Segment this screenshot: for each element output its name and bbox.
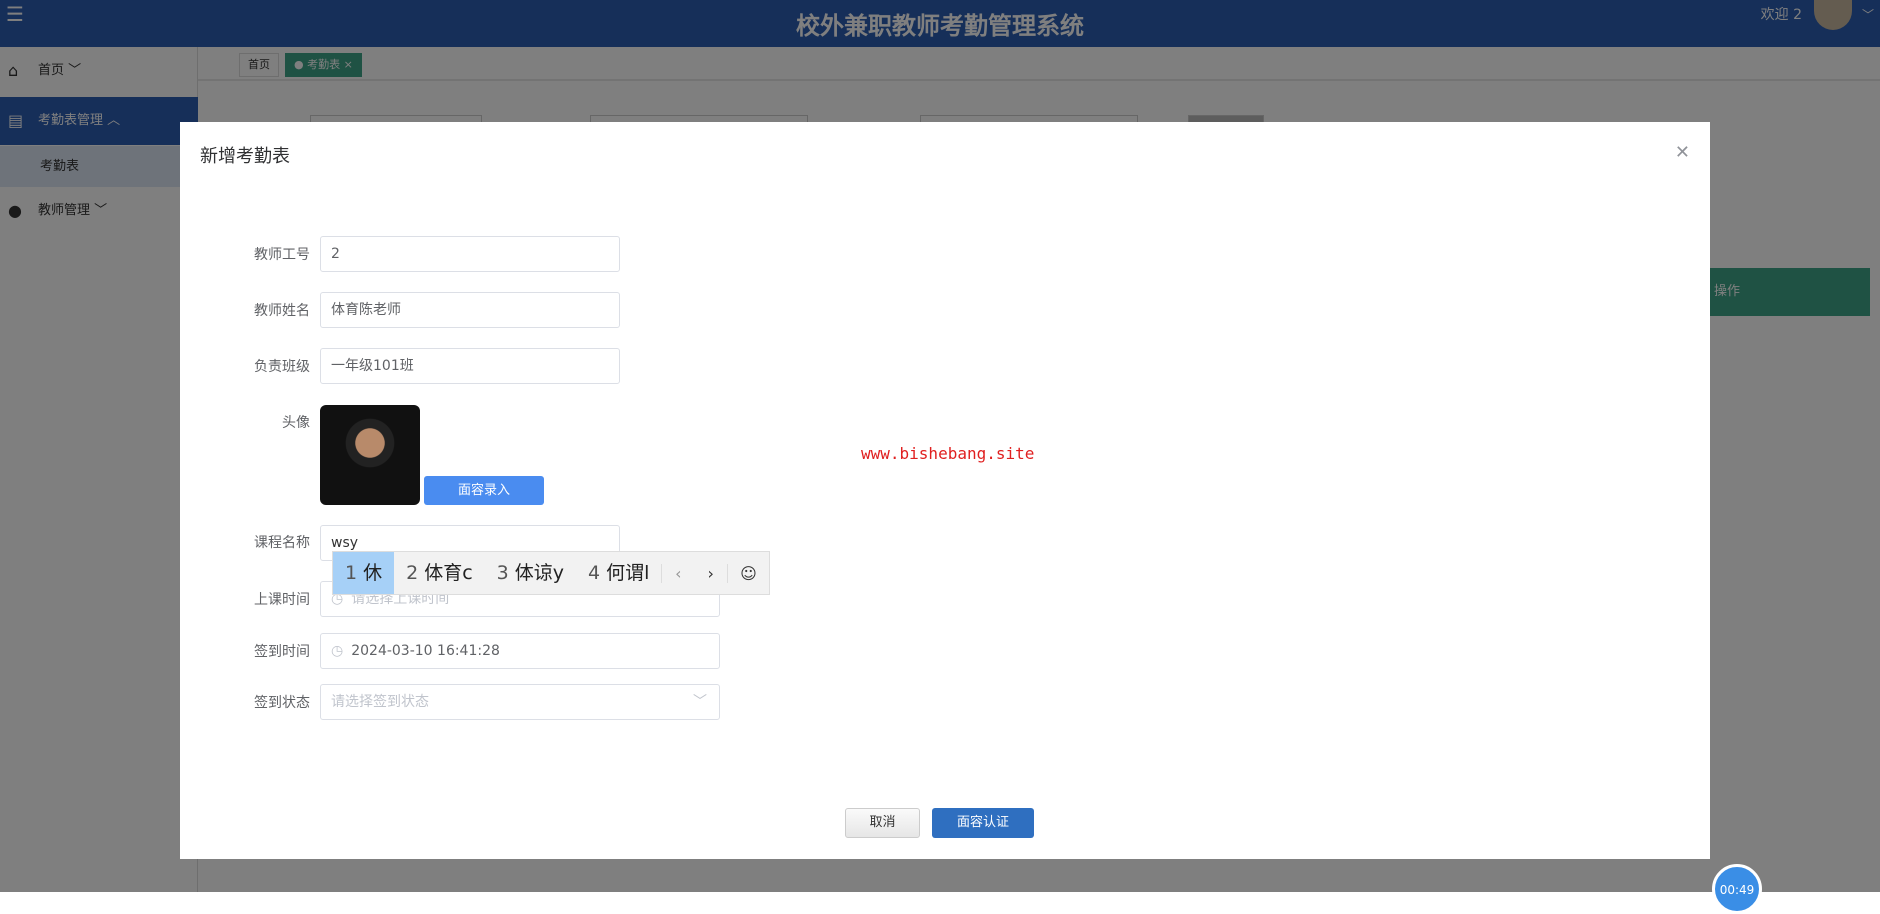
- chevron-down-icon: ﹀: [693, 694, 707, 710]
- face-verify-button[interactable]: 面容认证: [932, 808, 1034, 838]
- ime-candidate[interactable]: 1休: [333, 552, 395, 594]
- ime-candidate[interactable]: 3 体谅y: [485, 552, 576, 594]
- avatar-label: 头像: [282, 415, 310, 431]
- teacher-id-input[interactable]: 2: [320, 236, 620, 272]
- close-icon[interactable]: ✕: [1675, 142, 1690, 163]
- timer-badge[interactable]: 00:49: [1712, 864, 1762, 914]
- ime-candidate[interactable]: 4 何谓l: [576, 552, 661, 594]
- face-enroll-button[interactable]: 面容录入: [424, 476, 544, 505]
- watermark: www.bishebang.site: [861, 444, 1035, 463]
- teacher-id-label: 教师工号: [254, 247, 310, 263]
- class-input[interactable]: 一年级101班: [320, 348, 620, 384]
- sign-time-picker[interactable]: ◷ 2024-03-10 16:41:28: [320, 633, 720, 669]
- clock-icon: ◷: [331, 643, 344, 659]
- chevron-right-icon[interactable]: ›: [694, 564, 727, 583]
- ime-candidate[interactable]: 2 体育c: [394, 552, 485, 594]
- emoji-icon[interactable]: ☺: [727, 563, 769, 583]
- ime-candidate-bar: 1休 2 体育c 3 体谅y 4 何谓l ‹ › ☺: [332, 551, 770, 595]
- cancel-button[interactable]: 取消: [845, 808, 920, 838]
- teacher-name-label: 教师姓名: [254, 303, 310, 319]
- sign-time-value: 2024-03-10 16:41:28: [351, 643, 500, 659]
- chevron-left-icon[interactable]: ‹: [661, 563, 694, 583]
- sign-status-label: 签到状态: [254, 695, 310, 711]
- teacher-name-input[interactable]: 体育陈老师: [320, 292, 620, 328]
- avatar-image[interactable]: [320, 405, 420, 505]
- sign-status-select[interactable]: 请选择签到状态 ﹀: [320, 684, 720, 720]
- class-time-label: 上课时间: [254, 592, 310, 608]
- placeholder: 请选择签到状态: [331, 694, 429, 710]
- dialog-title: 新增考勤表: [200, 146, 290, 167]
- add-attendance-dialog: 新增考勤表 ✕ 教师工号 2 教师姓名 体育陈老师 负责班级 一年级101班 头…: [180, 122, 1710, 859]
- course-label: 课程名称: [254, 535, 310, 551]
- class-label: 负责班级: [254, 359, 310, 375]
- sign-time-label: 签到时间: [254, 644, 310, 660]
